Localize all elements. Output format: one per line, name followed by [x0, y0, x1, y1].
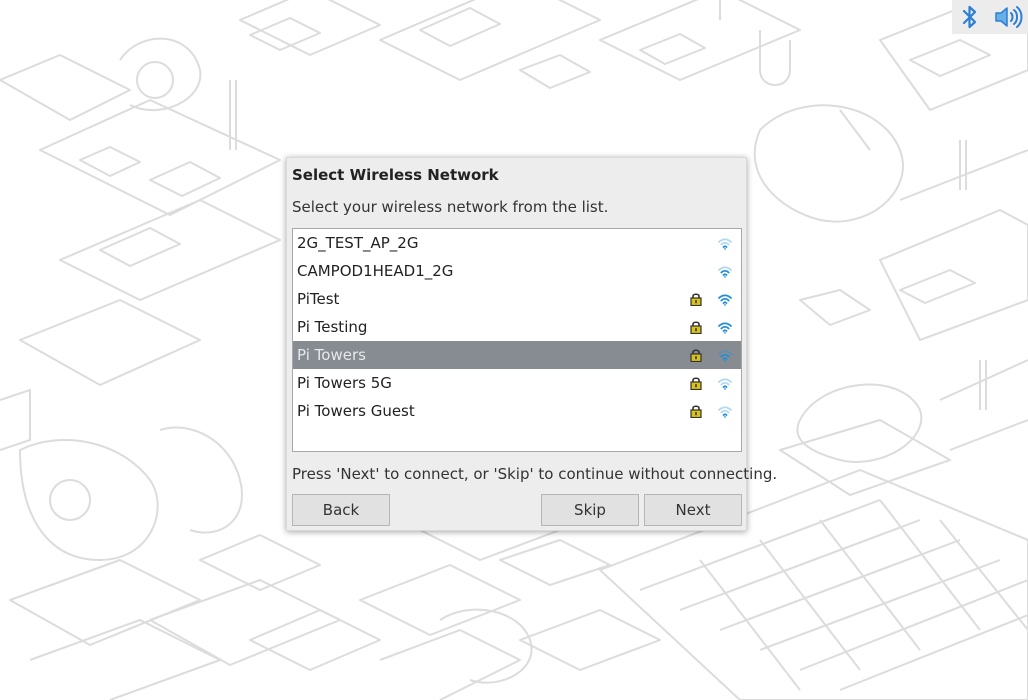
dialog-hint: Press 'Next' to connect, or 'Skip' to co… [292, 465, 778, 483]
wifi-signal-icon [716, 235, 734, 251]
wifi-signal-icon [716, 375, 734, 391]
network-name: Pi Towers [297, 346, 366, 364]
network-row[interactable]: CAMPOD1HEAD1_2G [293, 257, 741, 285]
lock-icon [689, 320, 703, 335]
volume-icon[interactable] [992, 0, 1026, 34]
system-tray [952, 0, 1028, 34]
wifi-signal-icon [716, 291, 734, 307]
network-row[interactable]: 2G_TEST_AP_2G [293, 229, 741, 257]
bluetooth-icon[interactable] [956, 0, 984, 34]
wifi-signal-icon [716, 263, 734, 279]
network-row[interactable]: Pi Towers [293, 341, 741, 369]
dialog-title: Select Wireless Network [292, 166, 499, 184]
lock-icon [689, 348, 703, 363]
network-row[interactable]: Pi Testing [293, 313, 741, 341]
network-name: Pi Testing [297, 318, 368, 336]
lock-icon [689, 376, 703, 391]
network-name: Pi Towers 5G [297, 374, 392, 392]
skip-button[interactable]: Skip [541, 494, 639, 526]
wifi-signal-icon [716, 403, 734, 419]
network-row[interactable]: Pi Towers 5G [293, 369, 741, 397]
network-list[interactable]: 2G_TEST_AP_2G CAMPOD1HEAD1_2G PiTest Pi Tes… [292, 228, 742, 452]
wifi-signal-icon [716, 319, 734, 335]
network-name: 2G_TEST_AP_2G [297, 234, 419, 252]
network-row[interactable]: PiTest [293, 285, 741, 313]
network-row[interactable]: Pi Towers Guest [293, 397, 741, 425]
network-name: PiTest [297, 290, 340, 308]
lock-icon [689, 404, 703, 419]
back-button[interactable]: Back [292, 494, 390, 526]
network-name: Pi Towers Guest [297, 402, 415, 420]
wifi-signal-icon [716, 347, 734, 363]
dialog-prompt: Select your wireless network from the li… [292, 198, 609, 216]
wireless-network-dialog: Select Wireless Network Select your wire… [286, 157, 777, 531]
network-name: CAMPOD1HEAD1_2G [297, 262, 454, 280]
next-button[interactable]: Next [644, 494, 742, 526]
lock-icon [689, 292, 703, 307]
